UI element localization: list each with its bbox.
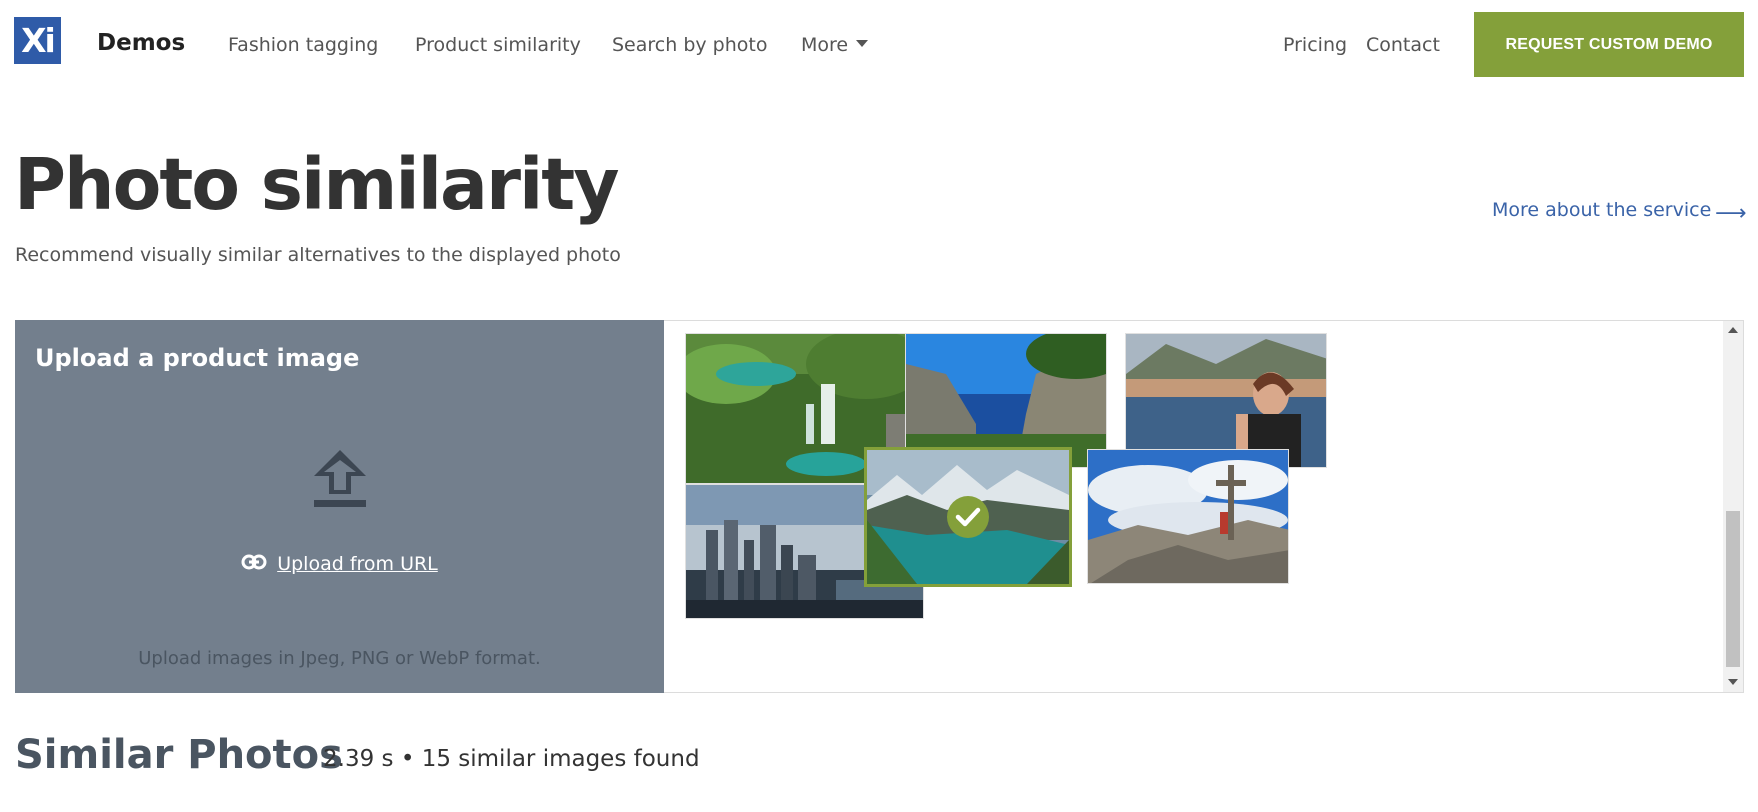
scrollbar-thumb[interactable] (1726, 511, 1740, 667)
nav-product-similarity[interactable]: Product similarity (415, 34, 581, 56)
upload-from-url-row[interactable]: Upload from URL (15, 553, 664, 575)
arrow-right-icon[interactable]: ⟶ (1715, 201, 1747, 226)
nav-fashion-tagging[interactable]: Fashion tagging (228, 34, 378, 56)
request-custom-demo-button[interactable]: REQUEST CUSTOM DEMO (1474, 12, 1744, 77)
top-header: Xi Demos Fashion tagging Product similar… (0, 0, 1758, 82)
sample-photo-woman-by-lake[interactable] (1125, 333, 1327, 468)
upload-title: Upload a product image (35, 344, 360, 372)
sample-photo-summit-cross[interactable] (1087, 449, 1289, 584)
caret-down-icon (856, 40, 869, 47)
upload-from-url-link[interactable]: Upload from URL (277, 553, 438, 575)
similar-photos-heading: Similar Photos (15, 732, 343, 778)
selected-check-icon (947, 496, 989, 538)
page-subtitle: Recommend visually similar alternatives … (15, 244, 621, 266)
nav-more-label: More (801, 34, 849, 56)
upload-format-hint: Upload images in Jpeg, PNG or WebP forma… (138, 648, 541, 669)
more-about-service-link[interactable]: More about the service (1492, 199, 1711, 221)
results-meta: 2.39 s • 15 similar images found (323, 746, 700, 772)
upload-dropzone[interactable]: Upload a product image Upload from URL U… (15, 320, 664, 693)
sample-photo-mountain-lake-selected[interactable] (864, 447, 1072, 587)
nav-search-by-photo[interactable]: Search by photo (612, 34, 767, 56)
nav-contact[interactable]: Contact (1366, 34, 1440, 56)
upload-icon[interactable] (312, 448, 368, 512)
nav-pricing[interactable]: Pricing (1283, 34, 1347, 56)
scroll-down-icon[interactable] (1728, 679, 1738, 685)
gallery-scrollbar[interactable] (1723, 321, 1743, 692)
sample-photo-gallery (665, 321, 1723, 692)
page-title: Photo similarity (14, 143, 620, 226)
brand-demos[interactable]: Demos (97, 30, 185, 56)
link-icon (241, 554, 267, 574)
nav-more-dropdown[interactable]: More (801, 34, 869, 56)
logo[interactable]: Xi (14, 17, 61, 64)
scroll-up-icon[interactable] (1728, 327, 1738, 333)
